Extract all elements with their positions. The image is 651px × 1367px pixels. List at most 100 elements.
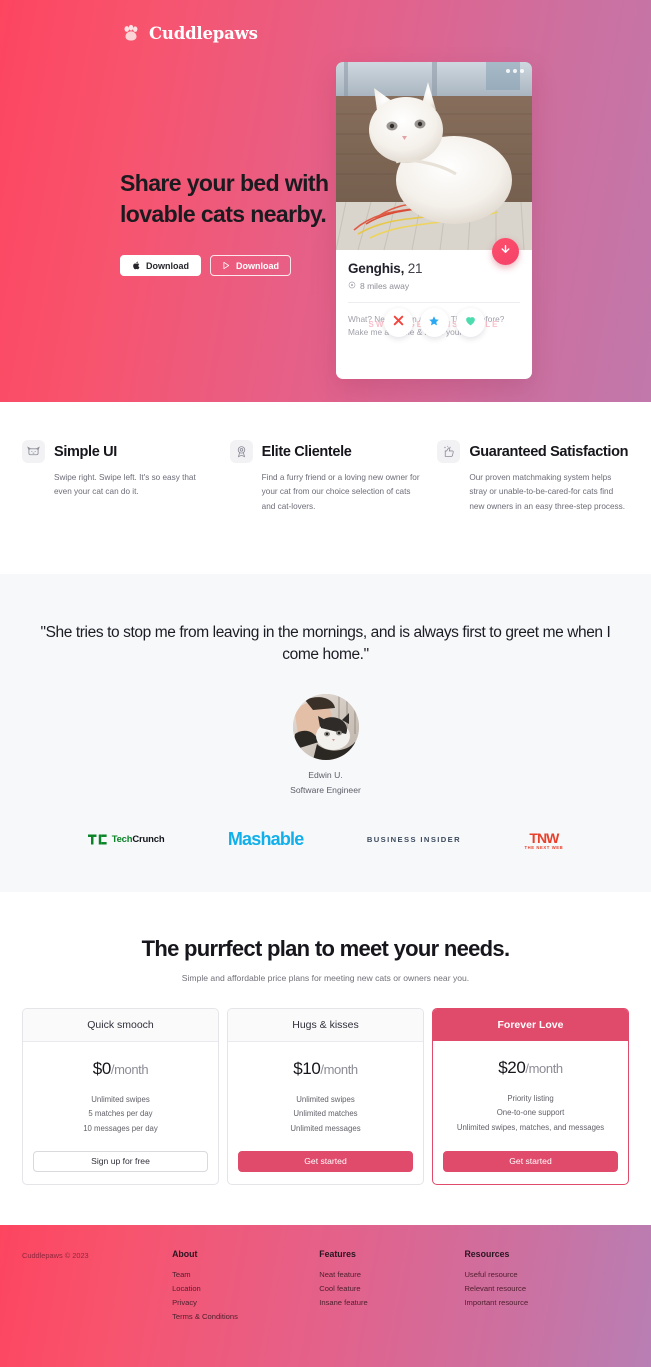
get-started-button[interactable]: Get started xyxy=(443,1151,618,1173)
feature-simple-ui: Simple UI Swipe right. Swipe left. It's … xyxy=(22,440,214,514)
techcrunch-word-bold: Crunch xyxy=(132,834,165,846)
plan-name: Forever Love xyxy=(433,1009,628,1042)
nope-button[interactable] xyxy=(383,308,413,337)
feature-title: Simple UI xyxy=(54,443,117,460)
cat-distance: 8 miles away xyxy=(348,281,520,291)
plan-cta-wrap: Get started xyxy=(238,1136,413,1173)
card-action-buttons xyxy=(336,308,532,337)
cat-distance-label: 8 miles away xyxy=(360,281,410,291)
business-insider-logo: BUSINESS INSIDER xyxy=(366,835,462,845)
hero-download-buttons: Download Download xyxy=(120,255,340,277)
footer-link[interactable]: Important resource xyxy=(464,1296,629,1310)
plan-price-amount: $20 xyxy=(498,1058,526,1078)
plan-feature: Unlimited swipes, matches, and messages xyxy=(456,1122,605,1132)
plan-price-period: /month xyxy=(110,1062,149,1078)
get-started-button[interactable]: Get started xyxy=(238,1151,413,1173)
plan-body: $0/month Unlimited swipes 5 matches per … xyxy=(23,1042,218,1184)
download-android-button[interactable]: Download xyxy=(210,255,291,277)
feature-guaranteed-satisfaction: Guaranteed Satisfaction Our proven match… xyxy=(437,440,629,514)
download-arrow-icon xyxy=(499,243,512,261)
footer-link[interactable]: Neat feature xyxy=(319,1268,464,1282)
feature-description: Our proven matchmaking system helps stra… xyxy=(469,473,625,511)
footer-copyright: Cuddlepaws © 2023 xyxy=(22,1251,89,1261)
hero-headline: Share your bed with lovable cats nearby. xyxy=(120,170,329,227)
footer-column-resources: Resources Useful resource Relevant resou… xyxy=(464,1249,629,1367)
techcrunch-word-light: Tech xyxy=(111,834,133,846)
cat-name-age: Genghis, 21 xyxy=(348,261,520,276)
plan-features: Unlimited swipes Unlimited matches Unlim… xyxy=(238,1093,413,1136)
footer-link[interactable]: Location xyxy=(172,1282,319,1296)
footer-column-heading: About xyxy=(172,1249,198,1260)
press-logos: TechCrunch Mashable BUSINESS INSIDER TNW… xyxy=(40,829,611,850)
download-ios-label: Download xyxy=(146,260,189,271)
footer-link[interactable]: Relevant resource xyxy=(464,1282,629,1296)
download-ios-button[interactable]: Download xyxy=(120,255,201,277)
feature-description: Swipe right. Swipe left. It's so easy th… xyxy=(54,473,196,497)
footer-column-heading: Resources xyxy=(464,1249,510,1260)
pricing-plans: Quick smooch $0/month Unlimited swipes 5… xyxy=(22,1008,629,1186)
testimonial-quote: "She tries to stop me from leaving in th… xyxy=(40,624,611,664)
thumbs-up-sparkle-icon xyxy=(437,440,461,463)
pricing-title: The purrfect plan to meet your needs. xyxy=(141,936,510,962)
plan-price-period: /month xyxy=(525,1061,563,1077)
pricing-section: The purrfect plan to meet your needs. Si… xyxy=(0,892,651,1226)
plan-feature: One-to-one support xyxy=(496,1108,565,1118)
testimonial-author: Edwin U. Software Engineer xyxy=(40,694,611,795)
plan-feature: Unlimited swipes xyxy=(91,1095,150,1105)
signup-free-button[interactable]: Sign up for free xyxy=(33,1151,208,1173)
mashable-logo: Mashable xyxy=(227,829,304,850)
footer-link[interactable]: Privacy xyxy=(172,1296,319,1310)
cat-age: 21 xyxy=(407,261,423,276)
feature-header: Guaranteed Satisfaction xyxy=(437,440,629,463)
tnw-wordmark: TNW xyxy=(529,829,559,846)
cat-photo xyxy=(336,62,532,250)
cross-icon xyxy=(392,314,405,332)
superlike-button[interactable] xyxy=(419,308,449,337)
footer-column-about: About Team Location Privacy Terms & Cond… xyxy=(172,1249,319,1367)
plan-forever-love: Forever Love $20/month Priority listing … xyxy=(432,1008,629,1186)
download-android-label: Download xyxy=(236,260,279,271)
plan-cta-wrap: Get started xyxy=(443,1136,618,1173)
plan-hugs-kisses: Hugs & kisses $10/month Unlimited swipes… xyxy=(227,1008,424,1186)
plan-price-amount: $10 xyxy=(293,1059,321,1079)
feature-header: Elite Clientele xyxy=(229,440,422,463)
plan-feature: Unlimited swipes xyxy=(296,1095,355,1105)
footer-link[interactable]: Useful resource xyxy=(464,1268,629,1282)
tnw-logo: TNW THE NEXT WEB xyxy=(524,830,563,850)
feature-title: Guaranteed Satisfaction xyxy=(469,443,629,460)
footer-link[interactable]: Cool feature xyxy=(319,1282,464,1296)
footer-link[interactable]: Terms & Conditions xyxy=(172,1310,319,1324)
plan-body: $10/month Unlimited swipes Unlimited mat… xyxy=(228,1042,423,1184)
feature-title: Elite Clientele xyxy=(261,443,352,460)
award-ribbon-icon xyxy=(229,440,253,463)
cat-profile-card: Genghis, 21 8 miles away What? Never see… xyxy=(336,62,532,379)
plan-price-period: /month xyxy=(320,1062,358,1078)
google-play-icon xyxy=(222,261,231,270)
plan-body: $20/month Priority listing One-to-one su… xyxy=(433,1041,628,1184)
hero-section: Cuddlepaws Share your bed with lovable c… xyxy=(0,0,651,402)
map-pin-icon xyxy=(348,281,356,291)
apple-icon xyxy=(132,261,141,270)
author-role: Software Engineer xyxy=(290,785,361,796)
plan-features: Unlimited swipes 5 matches per day 10 me… xyxy=(33,1093,208,1136)
testimonial-section: "She tries to stop me from leaving in th… xyxy=(0,574,651,893)
techcrunch-logo: TechCrunch xyxy=(87,833,165,846)
plan-feature: Unlimited messages xyxy=(290,1123,361,1133)
download-fab-button[interactable] xyxy=(492,238,519,265)
plan-price-amount: $0 xyxy=(92,1059,112,1079)
plan-name: Hugs & kisses xyxy=(228,1009,423,1043)
plan-price: $10/month xyxy=(238,1059,413,1079)
like-button[interactable] xyxy=(455,308,485,337)
tnw-tagline: THE NEXT WEB xyxy=(524,844,564,850)
feature-elite-clientele: Elite Clientele Find a furry friend or a… xyxy=(229,440,422,514)
plan-feature: Priority listing xyxy=(507,1094,554,1104)
footer-link[interactable]: Insane feature xyxy=(319,1296,464,1310)
brand-logo[interactable]: Cuddlepaws xyxy=(120,22,258,44)
feature-header: Simple UI xyxy=(22,440,214,463)
plan-features: Priority listing One-to-one support Unli… xyxy=(443,1092,618,1135)
footer-link[interactable]: Team xyxy=(172,1268,319,1282)
photo-indicator-dots xyxy=(506,69,524,73)
plan-feature: Unlimited matches xyxy=(293,1109,358,1119)
feature-description: Find a furry friend or a loving new owne… xyxy=(261,473,420,511)
plan-price: $0/month xyxy=(33,1059,208,1079)
